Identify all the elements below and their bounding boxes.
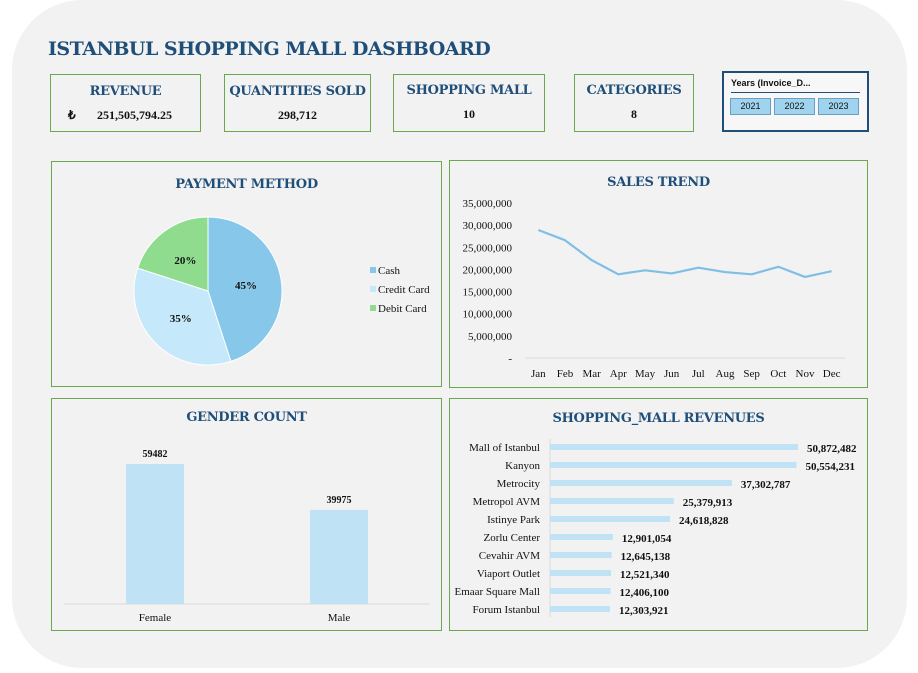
y-tick-label: 5,000,000	[468, 331, 513, 343]
shopping-mall-label: SHOPPING MALL	[406, 83, 532, 98]
quantities-label: QUANTITIES SOLD	[229, 84, 366, 99]
y-tick-label: 10,000,000	[463, 309, 513, 321]
x-tick-label-nov: Nov	[796, 368, 815, 380]
x-tick-label-jan: Jan	[531, 368, 546, 380]
legend-swatch-debit-card	[370, 305, 376, 311]
bar-value-label-metrocity: 37,302,787	[741, 479, 791, 491]
y-tick-label: 20,000,000	[463, 264, 513, 276]
bar-value-label-emaar-square-mall: 12,406,100	[619, 587, 669, 599]
bar-male	[310, 509, 368, 604]
gender-bar-chart: 59482 Female 39975 Male	[64, 449, 430, 624]
bar-emaar-square-mall	[550, 588, 611, 594]
y-tick-label: 25,000,000	[463, 242, 513, 254]
bar-value-label-metropol-avm: 25,379,913	[683, 497, 733, 509]
x-tick-label-aug: Aug	[716, 368, 735, 380]
pie-label-cash: 45%	[235, 280, 257, 292]
sales-trend-chart: 35,000,000 30,000,000 25,000,000 20,000,000…	[463, 198, 845, 380]
quantities-card: QUANTITIES SOLD 298,712	[224, 74, 371, 132]
bar-value-label-cevahir-avm: 12,645,138	[621, 551, 671, 563]
legend-swatch-cash	[370, 267, 376, 273]
currency-symbol: ₺	[68, 108, 76, 122]
x-tick-label-jun: Jun	[664, 368, 680, 380]
legend-swatch-credit-card	[370, 286, 376, 292]
bar-value-label-forum-istanbul: 12,303,921	[619, 605, 669, 617]
bar-value-label-male: 39975	[327, 495, 352, 506]
y-tick-label-istinye-park: Istinye Park	[487, 514, 540, 526]
payment-method-panel: PAYMENT METHOD 45% 35% 20% Cash Credit Card D…	[51, 161, 442, 387]
slicer-divider	[731, 92, 860, 93]
bar-metropol-avm	[550, 498, 674, 504]
gender-count-panel: GENDER COUNT 59482 Female 39975 Male	[51, 398, 442, 631]
bar-istinye-park	[550, 516, 671, 522]
x-tick-label-feb: Feb	[557, 368, 574, 380]
x-tick-label-sep: Sep	[743, 368, 760, 380]
year-button-2021[interactable]: 2021	[730, 98, 771, 115]
payment-pie-chart: 45% 35% 20% Cash Credit Card Debit Card	[133, 216, 430, 366]
y-tick-label-viaport-outlet: Viaport Outlet	[477, 568, 540, 580]
revenue-card: REVENUE ₺ 251,505,794.25	[50, 74, 201, 132]
year-slicer: Years (Invoice_D... 2021 2022 2023	[722, 71, 869, 132]
mall-revenues-panel: SHOPPING_MALL REVENUES Mall of Istanbul 5…	[449, 398, 868, 631]
bar-metrocity	[550, 480, 732, 486]
x-tick-label-oct: Oct	[770, 368, 786, 380]
revenue-value: 251,505,794.25	[97, 108, 172, 122]
year-button-2023[interactable]: 2023	[818, 98, 859, 115]
y-tick-label: 35,000,000	[463, 198, 513, 210]
bar-value-label-female: 59482	[143, 449, 168, 460]
y-tick-label-emaar-square-mall: Emaar Square Mall	[454, 586, 540, 598]
y-tick-label-metropol-avm: Metropol AVM	[473, 496, 541, 508]
bar-zorlu-center	[550, 534, 613, 540]
slicer-header: Years (Invoice_D...	[731, 78, 811, 88]
sales-trend-line	[537, 228, 832, 279]
mall-revenues-chart: Mall of Istanbul 50,872,482 Kanyon 50,554,2…	[454, 439, 857, 617]
shopping-mall-value: 10	[463, 107, 475, 121]
bar-value-label-mall-of-istanbul: 50,872,482	[807, 443, 857, 455]
bar-kanyon	[550, 462, 797, 468]
y-tick-label: 15,000,000	[463, 287, 513, 299]
bar-cevahir-avm	[550, 552, 612, 558]
y-tick-label: 30,000,000	[463, 220, 513, 232]
bar-value-label-kanyon: 50,554,231	[805, 461, 855, 473]
x-tick-label-mar: Mar	[583, 368, 602, 380]
y-tick-label-kanyon: Kanyon	[505, 460, 540, 472]
dashboard-title: ISTANBUL SHOPPING MALL DASHBOARD	[48, 38, 491, 60]
y-tick-label: -	[508, 353, 512, 365]
y-tick-label-metrocity: Metrocity	[497, 478, 541, 490]
categories-card: CATEGORIES 8	[574, 74, 694, 132]
y-tick-label-cevahir-avm: Cevahir AVM	[479, 550, 540, 562]
revenue-value-row: ₺ 251,505,794.25	[51, 108, 200, 123]
bar-mall-of-istanbul	[550, 444, 798, 450]
x-tick-label-apr: Apr	[610, 368, 627, 380]
shopping-mall-card: SHOPPING MALL 10	[393, 74, 545, 132]
bar-viaport-outlet	[550, 570, 612, 576]
bar-female	[126, 464, 184, 604]
year-button-2022[interactable]: 2022	[774, 98, 815, 115]
legend-label-debit-card: Debit Card	[378, 303, 427, 315]
x-tick-label-jul: Jul	[692, 368, 705, 380]
quantities-value: 298,712	[278, 108, 317, 122]
x-tick-label-dec: Dec	[823, 368, 841, 380]
revenue-label: REVENUE	[89, 84, 162, 99]
y-tick-label-zorlu-center: Zorlu Center	[483, 532, 540, 544]
categories-value: 8	[631, 107, 637, 121]
y-tick-label-forum-istanbul: Forum Istanbul	[472, 604, 540, 616]
bar-value-label-viaport-outlet: 12,521,340	[620, 569, 670, 581]
pie-label-credit-card: 35%	[170, 313, 192, 325]
bar-value-label-istinye-park: 24,618,828	[679, 515, 729, 527]
x-tick-label-male: Male	[328, 612, 351, 624]
bar-value-label-zorlu-center: 12,901,054	[622, 533, 672, 545]
x-tick-label-female: Female	[139, 612, 171, 624]
x-tick-label-may: May	[635, 368, 656, 380]
categories-label: CATEGORIES	[586, 83, 682, 98]
bar-forum-istanbul	[550, 606, 610, 612]
legend-label-credit-card: Credit Card	[378, 284, 430, 296]
sales-trend-panel: SALES TREND 35,000,000 30,000,000 25,000,0…	[449, 160, 868, 388]
legend-label-cash: Cash	[378, 265, 401, 277]
pie-label-debit-card: 20%	[174, 255, 196, 267]
y-tick-label-mall-of-istanbul: Mall of Istanbul	[469, 442, 540, 454]
